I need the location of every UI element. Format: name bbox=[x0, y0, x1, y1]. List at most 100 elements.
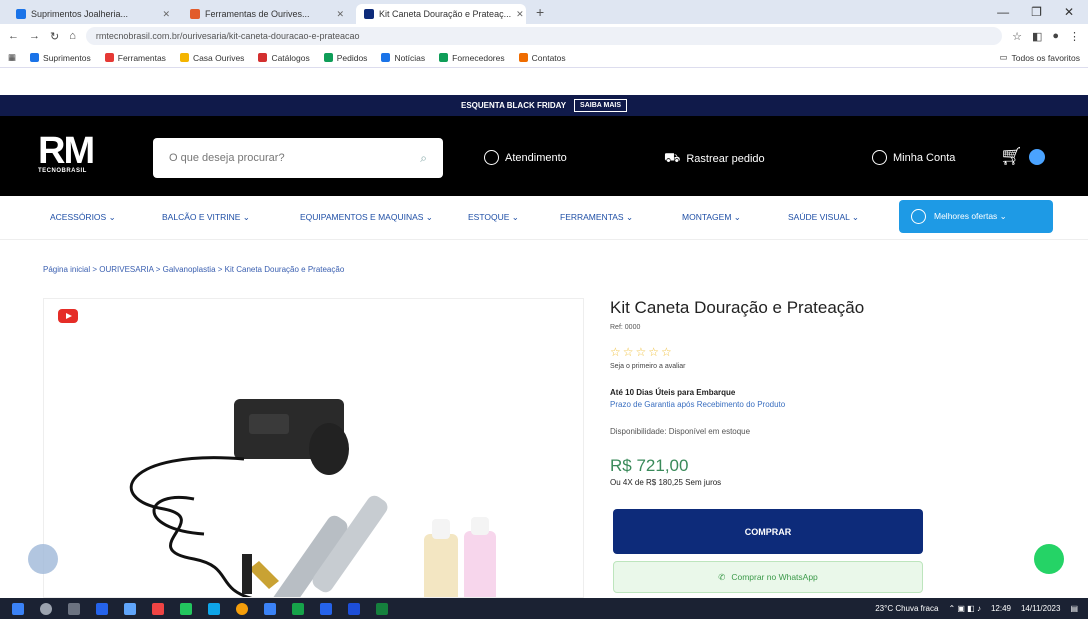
home-icon[interactable]: ⌂ bbox=[69, 30, 76, 42]
bookmark-item[interactable]: Fornecedores bbox=[439, 52, 505, 63]
whatsapp-buy-button[interactable]: ✆ Comprar no WhatsApp bbox=[613, 561, 923, 593]
product-image bbox=[129, 399, 496, 597]
address-bar[interactable]: rmtecnobrasil.com.br/ourivesaria/kit-can… bbox=[85, 27, 1003, 45]
header-link-label: Rastrear pedido bbox=[686, 153, 765, 165]
forward-icon[interactable]: → bbox=[29, 30, 40, 42]
app-icon[interactable] bbox=[152, 602, 164, 615]
close-tab-icon[interactable]: ✕ bbox=[162, 9, 170, 20]
chrome-icon[interactable] bbox=[236, 602, 248, 615]
clock-time[interactable]: 12:49 bbox=[991, 604, 1011, 613]
whatsapp-icon: ✆ bbox=[718, 571, 726, 582]
product-title: Kit Caneta Douração e Prateação bbox=[610, 298, 865, 317]
app-icon[interactable] bbox=[264, 602, 276, 615]
app-icon[interactable] bbox=[208, 602, 220, 615]
bookmark-label: Ferramentas bbox=[117, 52, 166, 63]
header-link-atendimento[interactable]: Atendimento bbox=[484, 150, 567, 165]
app-icon[interactable] bbox=[124, 602, 136, 615]
notifications-icon[interactable]: ▤ bbox=[1070, 604, 1078, 613]
app-icon[interactable] bbox=[292, 602, 304, 615]
reload-icon[interactable]: ↻ bbox=[50, 30, 59, 43]
bookmark-favicon-icon bbox=[258, 53, 268, 62]
bookmark-favicon-icon bbox=[518, 53, 528, 62]
header-link-account[interactable]: Minha Conta bbox=[872, 150, 955, 165]
bookmark-label: Notícias bbox=[394, 52, 426, 63]
cart-count-badge bbox=[1028, 148, 1045, 165]
menu-icon[interactable]: ⋮ bbox=[1069, 30, 1080, 43]
clock-date[interactable]: 14/11/2023 bbox=[1021, 604, 1060, 613]
shipping-title: Até 10 Dias Úteis para Embarque bbox=[610, 388, 736, 397]
search-input[interactable]: O que deseja procurar? ⌕ bbox=[153, 138, 443, 178]
search-icon[interactable]: ⌕ bbox=[420, 151, 427, 166]
tab-favicon-icon bbox=[16, 9, 26, 19]
bookmark-item[interactable]: Casa Ourives bbox=[179, 52, 245, 63]
search-taskbar-icon[interactable] bbox=[40, 602, 52, 615]
promo-button[interactable]: SAIBA MAIS bbox=[574, 99, 627, 112]
nav-item-saude-visual[interactable]: SAÚDE VISUAL ⌄ bbox=[788, 212, 859, 223]
nav-special-label: Melhores ofertas ⌄ bbox=[934, 211, 1007, 221]
nav-item-balcao[interactable]: BALCÃO E VITRINE ⌄ bbox=[162, 212, 250, 223]
accessibility-icon[interactable] bbox=[28, 544, 58, 574]
os-taskbar: 23°C Chuva fraca ⌃ ▣ ◧ ♪ 12:49 14/11/202… bbox=[0, 598, 1088, 619]
bookmark-item[interactable]: Pedidos bbox=[323, 52, 368, 63]
nav-item-estoque[interactable]: ESTOQUE ⌄ bbox=[468, 212, 519, 223]
extensions-icon[interactable]: ◧ bbox=[1032, 30, 1042, 43]
tab-favicon-icon bbox=[190, 9, 200, 19]
tab-favicon-icon bbox=[364, 9, 374, 19]
bookmark-item[interactable]: Suprimentos bbox=[30, 53, 91, 63]
profile-icon[interactable]: ● bbox=[1052, 30, 1059, 42]
close-tab-icon[interactable]: ✕ bbox=[336, 9, 344, 20]
bookmark-label: Fornecedores bbox=[452, 52, 505, 63]
nav-special-offers[interactable]: Melhores ofertas ⌄ bbox=[899, 200, 1053, 233]
browser-tab[interactable]: Ferramentas de Ourives... ✕ bbox=[182, 4, 352, 24]
nav-item-ferramentas[interactable]: FERRAMENTAS ⌄ bbox=[560, 212, 633, 223]
browser-tab[interactable]: Suprimentos Joalheria... ✕ bbox=[8, 4, 178, 24]
rating-stars[interactable]: ☆☆☆☆☆ bbox=[610, 345, 930, 359]
maximize-icon[interactable]: ❐ bbox=[1031, 5, 1042, 19]
app-icon[interactable] bbox=[348, 602, 360, 615]
minimize-icon[interactable]: — bbox=[997, 5, 1009, 19]
tab-label: Kit Caneta Douração e Prateaç... bbox=[379, 9, 512, 19]
close-window-icon[interactable]: ✕ bbox=[1064, 5, 1074, 19]
app-icon[interactable] bbox=[96, 602, 108, 615]
excel-icon[interactable] bbox=[376, 602, 388, 615]
back-icon[interactable]: ← bbox=[8, 30, 19, 42]
apps-icon[interactable]: ▦ bbox=[8, 52, 16, 63]
headset-icon bbox=[484, 150, 499, 165]
review-link[interactable]: Seja o primeiro a avaliar bbox=[610, 363, 930, 370]
product-info: Kit Caneta Douração e Prateação Ref: 000… bbox=[610, 298, 930, 487]
cart-button[interactable]: 🛒︎ bbox=[1000, 146, 1045, 167]
nav-item-montagem[interactable]: MONTAGEM ⌄ bbox=[682, 212, 741, 223]
breadcrumb[interactable]: Página inicial > OURIVESARIA > Galvanopl… bbox=[43, 265, 344, 274]
new-tab-button[interactable]: + bbox=[530, 4, 550, 20]
bookmark-item[interactable]: Contatos bbox=[518, 53, 566, 63]
bookmark-star-icon[interactable]: ☆ bbox=[1012, 30, 1022, 43]
whatsapp-float-icon[interactable] bbox=[1034, 544, 1064, 574]
system-tray: 23°C Chuva fraca ⌃ ▣ ◧ ♪ 12:49 14/11/202… bbox=[875, 598, 1078, 619]
all-bookmarks-folder[interactable]: ▭ Todos os favoritos bbox=[999, 52, 1080, 63]
bookmark-item[interactable]: Catálogos bbox=[258, 53, 310, 63]
tab-label: Suprimentos Joalheria... bbox=[31, 9, 129, 19]
app-icon[interactable] bbox=[180, 602, 192, 615]
app-icon[interactable] bbox=[320, 602, 332, 615]
header-link-label: Minha Conta bbox=[893, 151, 956, 164]
weather-widget[interactable]: 23°C Chuva fraca bbox=[875, 604, 938, 613]
bookmark-label: Casa Ourives bbox=[192, 52, 245, 63]
browser-tab-active[interactable]: Kit Caneta Douração e Prateaç... ✕ bbox=[356, 4, 526, 24]
header-link-tracking[interactable]: ⛟ Rastrear pedido bbox=[664, 150, 765, 168]
product-image-gallery[interactable] bbox=[43, 298, 584, 598]
bookmark-item[interactable]: Ferramentas bbox=[104, 52, 166, 63]
nav-item-equipamentos[interactable]: EQUIPAMENTOS E MAQUINAS ⌄ bbox=[300, 212, 433, 223]
buy-button[interactable]: COMPRAR bbox=[613, 509, 923, 554]
bookmark-item[interactable]: Notícias bbox=[381, 53, 425, 63]
site-logo[interactable]: RM TECNOBRASIL bbox=[38, 132, 95, 174]
bookmark-label: Pedidos bbox=[336, 52, 368, 63]
promo-text: ESQUENTA BLACK FRIDAY bbox=[460, 101, 567, 110]
nav-item-acessorios[interactable]: ACESSÓRIOS ⌄ bbox=[50, 212, 116, 223]
browser-toolbar: ← → ↻ ⌂ rmtecnobrasil.com.br/ourivesaria… bbox=[0, 24, 1088, 68]
url-text: rmtecnobrasil.com.br/ourivesaria/kit-can… bbox=[95, 31, 360, 41]
start-icon[interactable] bbox=[12, 602, 24, 615]
tray-icons[interactable]: ⌃ ▣ ◧ ♪ bbox=[948, 604, 981, 613]
bookmark-label: Suprimentos bbox=[43, 52, 91, 63]
close-tab-icon[interactable]: ✕ bbox=[516, 9, 524, 20]
task-view-icon[interactable] bbox=[68, 602, 80, 615]
